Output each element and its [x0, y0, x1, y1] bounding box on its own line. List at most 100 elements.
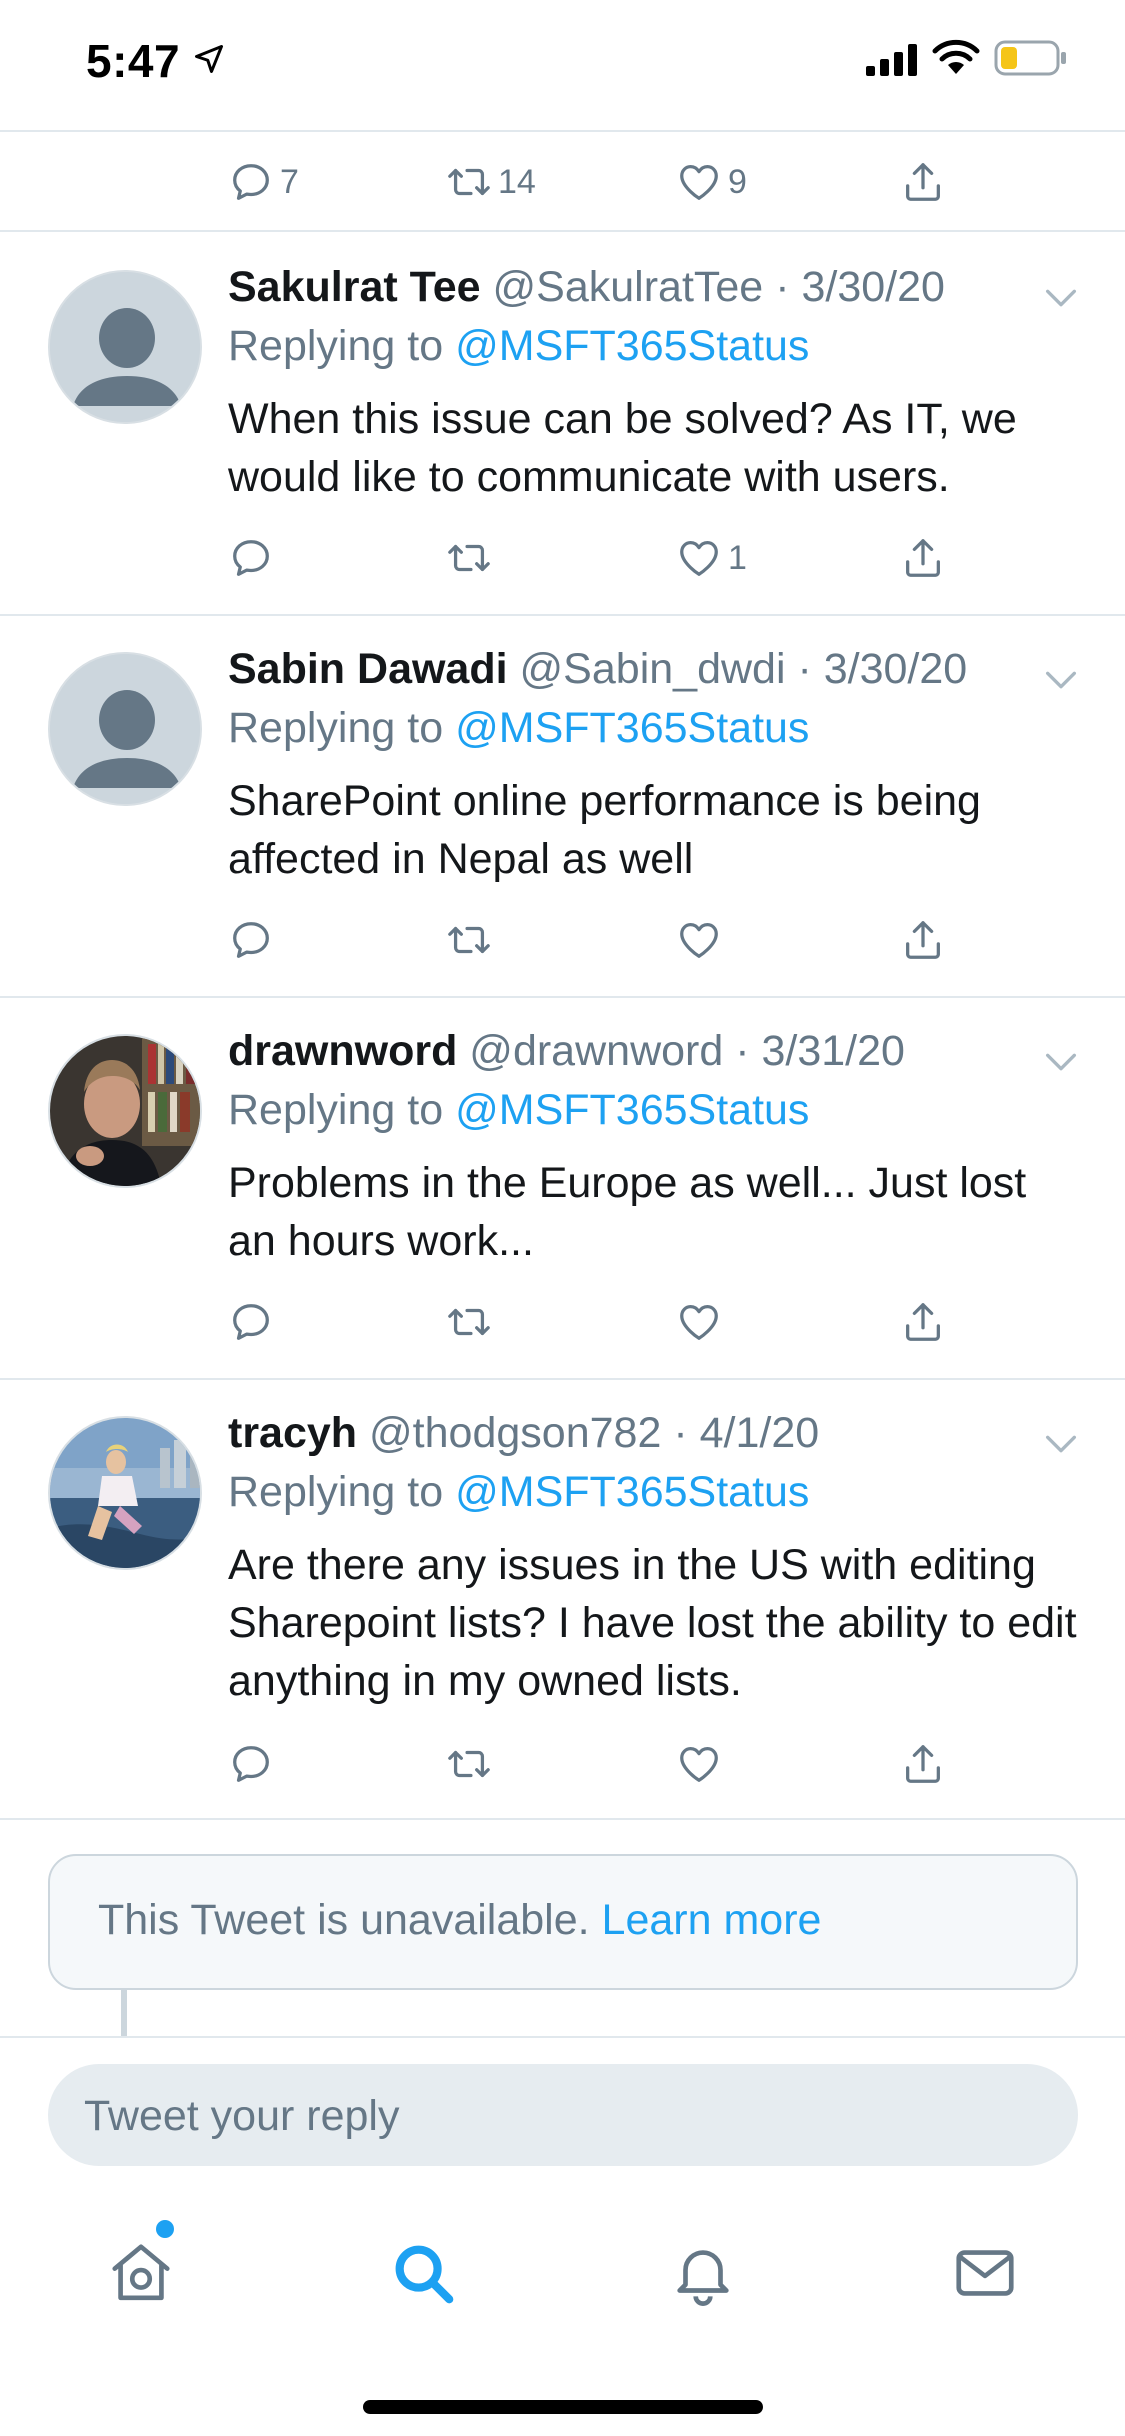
chevron-down-icon[interactable]	[1041, 1042, 1081, 1082]
replying-to: Replying to @MSFT365Status	[228, 1462, 1085, 1522]
action-row: 1	[228, 528, 968, 588]
retweet-count: 14	[498, 162, 536, 201]
learn-more-link[interactable]: Learn more	[602, 1896, 822, 1944]
home-icon[interactable]	[106, 2238, 176, 2308]
action-row	[228, 910, 968, 970]
reply-icon	[233, 922, 269, 958]
avatar[interactable]	[48, 652, 202, 806]
chevron-down-icon[interactable]	[1041, 1424, 1081, 1464]
retweet-icon	[448, 168, 490, 196]
mail-icon[interactable]	[950, 2238, 1020, 2308]
tweet-body: tracyh @thodgson782 · 4/1/20 Replying to…	[228, 1404, 1085, 1710]
like-button[interactable]	[676, 910, 728, 970]
retweet-button[interactable]	[446, 1734, 498, 1794]
search-icon[interactable]	[388, 2238, 458, 2308]
mention-link[interactable]: @MSFT365Status	[455, 1468, 809, 1516]
reply-icon	[233, 164, 269, 200]
like-button[interactable]: 1	[676, 528, 747, 588]
reply-button[interactable]: 7	[228, 152, 299, 212]
like-button[interactable]	[676, 1734, 728, 1794]
reply-icon	[233, 540, 269, 576]
tweet-header: Sakulrat Tee @SakulratTee · 3/30/20	[228, 258, 1085, 316]
display-name[interactable]: drawnword	[228, 1027, 457, 1075]
avatar[interactable]	[48, 1034, 202, 1188]
home-indicator	[363, 2400, 763, 2414]
notification-dot	[156, 2220, 174, 2238]
default-avatar-icon	[50, 272, 200, 422]
user-handle[interactable]: @drawnword	[469, 1027, 723, 1075]
retweet-icon	[448, 1750, 490, 1778]
share-button[interactable]	[900, 1292, 946, 1352]
reply-icon	[233, 1746, 269, 1782]
status-time: 5:47	[86, 35, 181, 87]
chevron-down-icon[interactable]	[1041, 278, 1081, 318]
tweet[interactable]: tracyh @thodgson782 · 4/1/20 Replying to…	[0, 1380, 1125, 1820]
tweet-header: tracyh @thodgson782 · 4/1/20	[228, 1404, 1085, 1462]
tweet[interactable]: drawnword @drawnword · 3/31/20 Replying …	[0, 998, 1125, 1380]
tweet-date: · 4/1/20	[673, 1409, 820, 1457]
tweet-date: · 3/30/20	[797, 645, 968, 693]
tweet-header: drawnword @drawnword · 3/31/20	[228, 1022, 1085, 1080]
reply-button[interactable]	[228, 528, 280, 588]
replying-label: Replying to	[228, 1468, 444, 1516]
share-button[interactable]	[900, 152, 946, 212]
like-count: 1	[728, 538, 747, 577]
unavailable-text: This Tweet is unavailable.	[98, 1896, 590, 1944]
mention-link[interactable]: @MSFT365Status	[455, 322, 809, 370]
user-handle[interactable]: @Sabin_dwdi	[520, 645, 786, 693]
share-button[interactable]	[900, 528, 946, 588]
mention-link[interactable]: @MSFT365Status	[455, 704, 809, 752]
tweet[interactable]: Sakulrat Tee @SakulratTee · 3/30/20 Repl…	[0, 234, 1125, 616]
reply-button[interactable]	[228, 1734, 280, 1794]
action-row	[228, 1292, 968, 1352]
tweet-body: Sabin Dawadi @Sabin_dwdi · 3/30/20 Reply…	[228, 640, 1085, 888]
retweet-button[interactable]	[446, 528, 498, 588]
retweet-button[interactable]	[446, 1292, 498, 1352]
retweet-button[interactable]	[446, 910, 498, 970]
reply-icon	[233, 1304, 269, 1340]
chevron-down-icon[interactable]	[1041, 660, 1081, 700]
retweet-icon	[448, 544, 490, 572]
status-bar: 5:47	[0, 0, 1125, 132]
tweet-text: When this issue can be solved? As IT, we…	[228, 395, 1017, 501]
retweet-button[interactable]: 14	[446, 152, 536, 212]
replying-label: Replying to	[228, 322, 444, 370]
tweet[interactable]: Sabin Dawadi @Sabin_dwdi · 3/30/20 Reply…	[0, 616, 1125, 998]
location-arrow-icon	[195, 45, 223, 73]
tweet-text: Are there any issues in the US with edit…	[228, 1541, 1077, 1705]
share-icon	[906, 1303, 940, 1341]
share-icon	[906, 163, 940, 201]
default-avatar-icon	[50, 654, 200, 804]
tweet-text: SharePoint online performance is being a…	[228, 777, 981, 883]
action-row: 7 14 9	[228, 152, 968, 212]
heart-icon	[680, 541, 718, 576]
tweet-body: Sakulrat Tee @SakulratTee · 3/30/20 Repl…	[228, 258, 1085, 506]
share-button[interactable]	[900, 910, 946, 970]
profile-photo-icon	[50, 1036, 200, 1186]
mention-link[interactable]: @MSFT365Status	[455, 1086, 809, 1134]
tweet-date: · 3/31/20	[735, 1027, 905, 1075]
display-name[interactable]: Sabin Dawadi	[228, 645, 508, 693]
share-button[interactable]	[900, 1734, 946, 1794]
avatar[interactable]	[48, 1416, 202, 1570]
reply-button[interactable]	[228, 1292, 280, 1352]
display-name[interactable]: Sakulrat Tee	[228, 263, 481, 311]
replying-label: Replying to	[228, 1086, 444, 1134]
like-count: 9	[728, 162, 747, 201]
heart-icon	[680, 1305, 718, 1340]
cellular-signal-icon	[866, 44, 917, 76]
reply-input[interactable]: Tweet your reply	[48, 2064, 1078, 2166]
avatar[interactable]	[48, 270, 202, 424]
like-button[interactable]: 9	[676, 152, 747, 212]
retweet-icon	[448, 926, 490, 954]
display-name[interactable]: tracyh	[228, 1409, 357, 1457]
user-handle[interactable]: @thodgson782	[369, 1409, 661, 1457]
reply-button[interactable]	[228, 910, 280, 970]
tweet-header: Sabin Dawadi @Sabin_dwdi · 3/30/20	[228, 640, 1085, 698]
bell-icon[interactable]	[668, 2238, 738, 2308]
heart-icon	[680, 1747, 718, 1782]
heart-icon	[680, 923, 718, 958]
user-handle[interactable]: @SakulratTee	[493, 263, 764, 311]
retweet-icon	[448, 1308, 490, 1336]
like-button[interactable]	[676, 1292, 728, 1352]
